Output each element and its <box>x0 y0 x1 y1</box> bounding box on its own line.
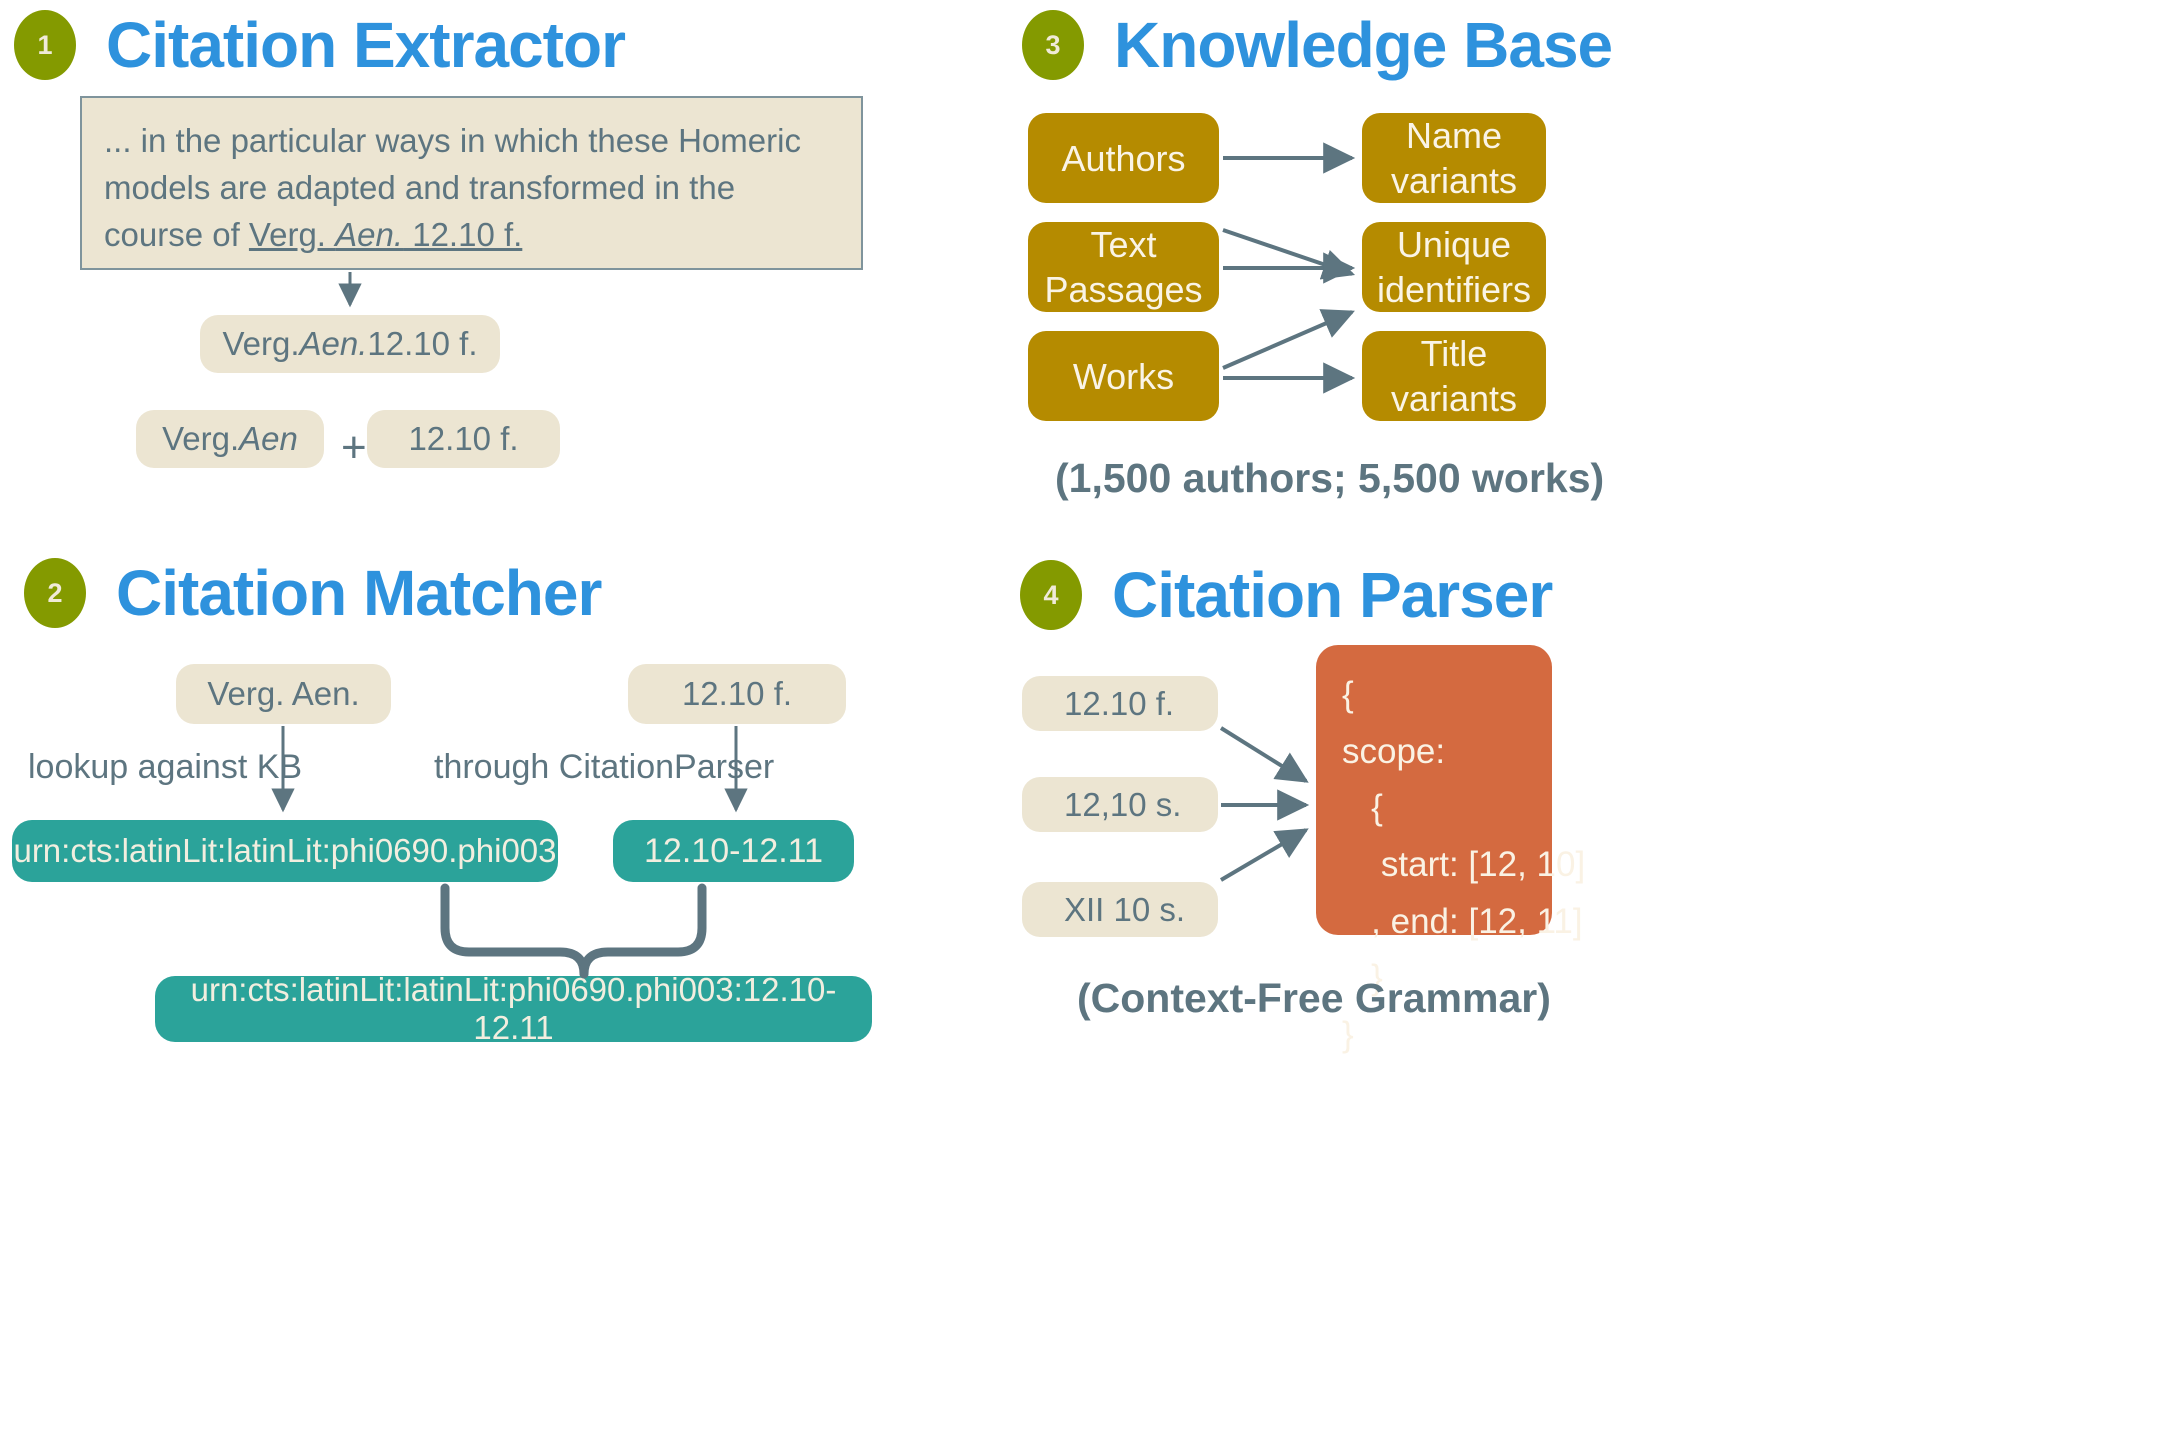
kb-node-title-variants: Title variants <box>1362 331 1546 421</box>
kb-node-text-passages: Text Passages <box>1028 222 1219 312</box>
section-header-extractor: 1 Citation Extractor <box>14 9 626 81</box>
parser-arrow-input-3 <box>1219 828 1309 882</box>
matcher-merged-urn-box: urn:cts:latinLit:latinLit:phi0690.phi003… <box>155 971 872 1046</box>
matcher-output-urn-box: urn:cts:latinLit:latinLit:phi0690.phi003 <box>12 820 558 882</box>
split-author-label: Verg. <box>162 420 240 458</box>
section-header-parser: 4 Citation Parser <box>1020 559 1553 631</box>
section-badge-4: 4 <box>1020 560 1082 630</box>
extracted-work: Aen. <box>299 325 368 363</box>
section-title-extractor: Citation Extractor <box>106 9 626 81</box>
split-scope-box: 12.10 f. <box>367 410 560 468</box>
split-work-label: Aen <box>239 420 298 458</box>
parser-output-json: { scope: { start: [12, 10] , end: [12, 1… <box>1316 645 1585 1054</box>
matcher-output-scope-box: 12.10-12.11 <box>613 820 854 882</box>
parser-input-2: 12,10 s. <box>1022 777 1218 832</box>
kb-arrow-authors-to-unique-identifiers <box>1222 228 1356 280</box>
kb-node-unique-identifiers: Unique identifiers <box>1362 222 1546 312</box>
split-author-box: Verg. Aen <box>136 410 324 468</box>
matcher-input-scope-box: 12.10 f. <box>628 664 846 724</box>
extracted-scope: 12.10 f. <box>367 325 478 363</box>
section-title-parser: Citation Parser <box>1112 559 1553 631</box>
kb-node-authors: Authors <box>1028 113 1219 203</box>
parser-arrow-input-1 <box>1219 726 1309 783</box>
quote-citation-author: Verg. <box>248 215 336 253</box>
kb-arrow-works-to-unique-identifiers <box>1222 309 1355 370</box>
kb-caption: (1,500 authors; 5,500 works) <box>1055 455 1605 501</box>
section-header-knowledge-base: 3 Knowledge Base <box>1022 9 1613 81</box>
quote-citation-work: Aen. <box>335 215 404 253</box>
parser-caption: (Context-Free Grammar) <box>1077 975 1551 1021</box>
parser-input-1: 12.10 f. <box>1022 676 1218 731</box>
section-title-matcher: Citation Matcher <box>116 557 602 629</box>
quote-citation-scope: 12.10 f. <box>403 215 523 253</box>
parser-input-3: XII 10 s. <box>1022 882 1218 937</box>
matcher-input-author-box: Verg. Aen. <box>176 664 391 724</box>
matcher-edge-label-left: lookup against KB <box>28 748 303 786</box>
section-badge-3: 3 <box>1022 10 1084 80</box>
brace-merge-connector <box>440 883 707 979</box>
extracted-citation-box: Verg. Aen. 12.10 f. <box>200 315 500 373</box>
section-badge-2: 2 <box>24 558 86 628</box>
matcher-edge-label-right: through CitationParser <box>434 748 775 786</box>
plus-icon: + <box>341 423 367 472</box>
section-header-matcher: 2 Citation Matcher <box>24 557 602 629</box>
extracted-author: Verg. <box>222 325 300 363</box>
kb-node-name-variants: Name variants <box>1362 113 1546 203</box>
section-badge-1: 1 <box>14 10 76 80</box>
kb-node-works: Works <box>1028 331 1219 421</box>
source-text-quote-box: ... in the particular ways in which thes… <box>80 96 863 270</box>
section-title-knowledge-base: Knowledge Base <box>1114 9 1613 81</box>
